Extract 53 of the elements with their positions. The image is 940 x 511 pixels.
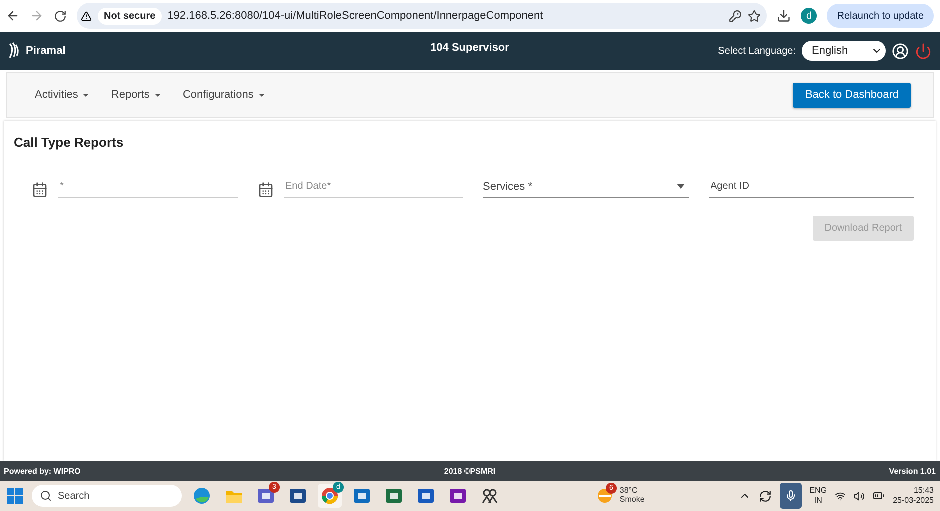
store-icon — [289, 487, 307, 505]
warning-icon[interactable] — [81, 10, 92, 22]
folder-icon — [225, 488, 243, 504]
browser-icon — [193, 487, 211, 505]
footer-copyright: 2018 ©PSMRI — [444, 466, 496, 476]
taskbar-search-field[interactable]: Search — [32, 485, 182, 507]
key-icon[interactable] — [729, 10, 742, 22]
date-field[interactable]: End Date* — [284, 176, 463, 198]
profile-avatar[interactable]: d — [801, 8, 818, 24]
language-select[interactable]: English — [802, 41, 886, 61]
footer-version: Version 1.01 — [889, 466, 936, 476]
reload-icon[interactable] — [54, 10, 67, 22]
footer-credit: Powered by: WIPRO — [4, 466, 82, 476]
weather-condition: Smoke — [620, 496, 645, 505]
relaunch-button[interactable]: Relaunch to update — [827, 4, 934, 28]
app-icon — [449, 487, 467, 505]
date-field[interactable]: * — [58, 176, 238, 198]
services-select[interactable]: Services * — [483, 176, 688, 198]
temperature-text: 38°C — [620, 487, 639, 496]
logo-icon — [8, 42, 22, 60]
back-icon[interactable] — [6, 9, 20, 23]
bookmark-star-icon[interactable] — [748, 10, 762, 22]
search-icon — [40, 490, 52, 502]
nav-menu[interactable]: Configurations — [182, 89, 265, 101]
back-to-dashboard-button[interactable]: Back to Dashboard — [793, 82, 911, 108]
address-bar[interactable]: Not secure 192.168.5.26:8080/104-ui/MultiRoleScreenComponent/InnerpageComponent — [77, 3, 768, 29]
app-icon — [385, 487, 403, 505]
security-chip[interactable]: Not secure — [98, 8, 162, 24]
microphone-button[interactable] — [780, 483, 802, 509]
battery-icon[interactable] — [873, 490, 886, 502]
calendar-icon[interactable] — [32, 182, 48, 198]
page-title: Call Type Reports — [14, 135, 125, 150]
app-title: 104 Supervisor — [430, 42, 510, 54]
input-language[interactable]: ENG IN — [810, 486, 828, 506]
calendar-icon[interactable] — [258, 182, 274, 198]
wifi-icon[interactable] — [835, 490, 846, 502]
agent-id-field[interactable]: Agent ID — [708, 176, 914, 198]
power-icon[interactable] — [915, 42, 932, 60]
app-icon — [353, 487, 371, 505]
nav-menu[interactable]: Reports — [111, 89, 161, 101]
nav-menu[interactable]: Activities — [35, 89, 90, 101]
clock[interactable]: 15:43 25-03-2025 — [893, 486, 934, 506]
brand-name: Piramal — [26, 45, 66, 57]
url-text: 192.168.5.26:8080/104-ui/MultiRoleScreenComponent/InnerpageComponent — [168, 10, 544, 22]
start-icon[interactable] — [6, 487, 24, 505]
people-icon — [481, 488, 499, 504]
microphone-icon — [784, 490, 797, 502]
download-icon[interactable] — [777, 9, 792, 23]
user-icon[interactable] — [892, 42, 909, 60]
sync-icon[interactable] — [758, 490, 772, 502]
app-icon — [417, 487, 435, 505]
volume-icon[interactable] — [854, 490, 866, 502]
language-label: Select Language: — [718, 46, 796, 56]
